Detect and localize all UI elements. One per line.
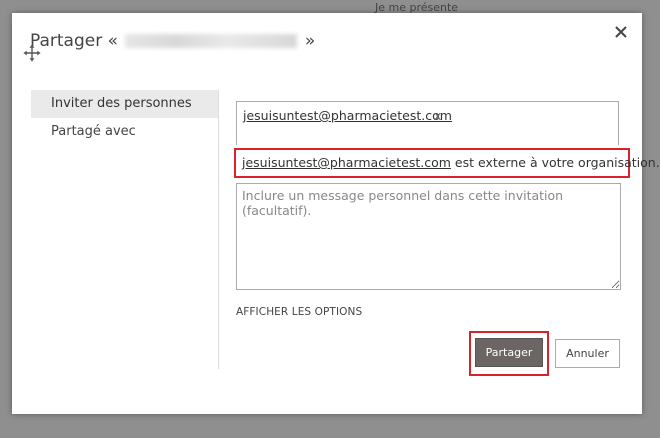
cancel-button[interactable]: Annuler xyxy=(555,339,620,368)
dialog-title-prefix: Partager « xyxy=(30,31,119,51)
redacted-item-name xyxy=(125,34,298,48)
divider xyxy=(218,91,219,369)
dialog-title-suffix: » xyxy=(304,31,316,51)
dialog-title: Partager « » xyxy=(30,31,315,51)
personal-message-field[interactable] xyxy=(236,183,621,290)
remove-recipient-button[interactable]: x xyxy=(434,108,441,123)
close-icon[interactable] xyxy=(613,24,629,40)
show-options-link[interactable]: AFFICHER LES OPTIONS xyxy=(236,306,362,318)
share-button[interactable]: Partager xyxy=(475,338,543,367)
share-dialog: Partager « » Inviter des personnes Parta… xyxy=(12,13,660,414)
sidebar-item-shared-with[interactable]: Partagé avec xyxy=(31,118,219,146)
warning-email: jesuisuntest@pharmacietest.com xyxy=(242,155,451,170)
warning-text: est externe à votre organisation. xyxy=(450,155,660,170)
sidebar-nav: Inviter des personnes Partagé avec xyxy=(31,90,219,146)
sidebar-item-invite-people[interactable]: Inviter des personnes xyxy=(31,90,219,118)
recipient-chip[interactable]: jesuisuntest@pharmacietest.com xyxy=(243,108,452,123)
external-user-warning: jesuisuntest@pharmacietest.com est exter… xyxy=(234,148,660,178)
people-picker-input[interactable]: jesuisuntest@pharmacietest.com x xyxy=(236,101,619,145)
